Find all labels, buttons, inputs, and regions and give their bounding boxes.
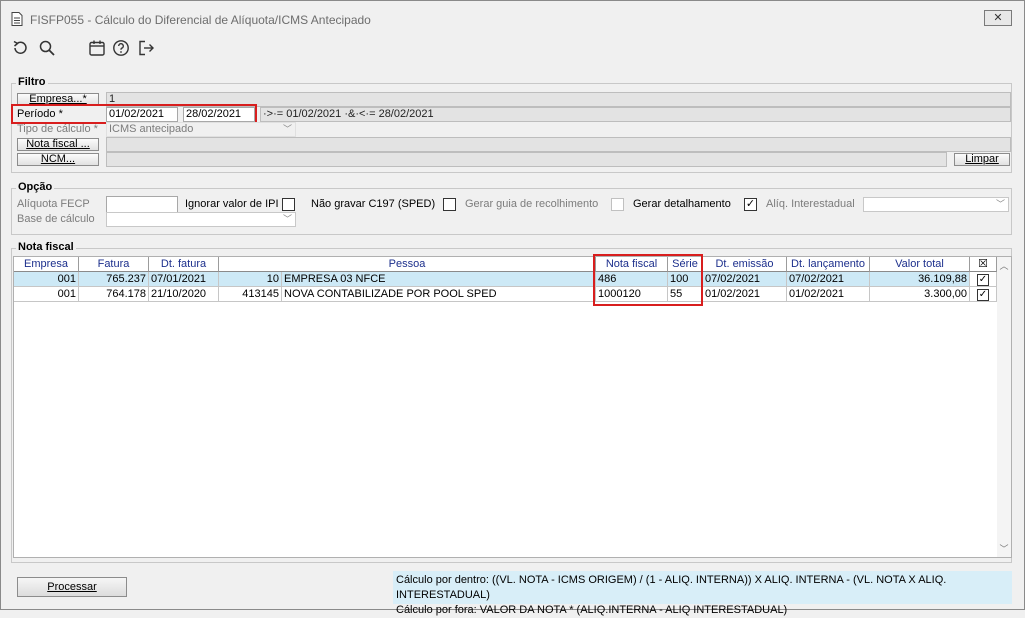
calculo-fora-text: Cálculo por fora: VALOR DA NOTA * (ALIQ.… [396,604,788,616]
document-icon [11,12,23,26]
column-header[interactable]: Nota fiscal [596,257,668,272]
gerar-guia-checkbox[interactable] [611,198,624,211]
cell-pessoa-codigo: 413145 [219,287,282,302]
column-header[interactable]: Valor total [870,257,970,272]
empresa-field[interactable]: 1 [106,92,1011,107]
title-bar: FISFP055 - Cálculo do Diferencial de Alí… [1,1,1024,35]
cell-fatura: 765.237 [79,272,149,287]
cell-dt-fatura: 21/10/2020 [149,287,219,302]
nota-fiscal-legend: Nota fiscal [16,241,76,253]
scroll-down-icon[interactable]: ﹀ [997,542,1011,555]
cell-dt-emissao: 07/02/2021 [703,272,787,287]
processar-button-label: Processar [47,581,97,593]
periodo-label: Período * [17,108,63,120]
ncm-field[interactable] [106,152,947,167]
formula-info-panel: Cálculo por dentro: ((VL. NOTA - ICMS OR… [393,571,1012,616]
periodo-expression: ·>·= 01/02/2021 ·&·<·= 28/02/2021 [260,107,1011,122]
cell-pessoa-nome: EMPRESA 03 NFCE [282,272,596,287]
refresh-icon[interactable] [11,39,29,57]
cell-empresa: 001 [14,287,79,302]
row-checkbox[interactable]: ✓ [977,274,989,286]
column-header[interactable]: Pessoa [219,257,596,272]
gerar-detalhamento-checkbox[interactable]: ✓ [744,198,757,211]
ncm-button[interactable]: NCM... [17,153,99,166]
cell-dt-lancamento: 07/02/2021 [787,272,870,287]
row-checkbox-cell: ✓ [970,287,997,302]
window-title: FISFP055 - Cálculo do Diferencial de Alí… [30,13,371,27]
help-icon[interactable] [112,39,130,57]
cell-valor-total: 3.300,00 [870,287,970,302]
ignorar-ipi-label: Ignorar valor de IPI [185,198,279,210]
table-row[interactable]: 001 764.178 21/10/2020 413145 NOVA CONTA… [14,287,997,302]
periodo-fim-field[interactable]: 28/02/2021 [183,107,255,122]
periodo-inicio-field[interactable]: 01/02/2021 [106,107,178,122]
chevron-down-icon: ﹀ [995,199,1005,209]
aliquota-fecp-label: Alíquota FECP [17,198,90,210]
calendar-icon[interactable] [88,39,106,57]
row-checkbox-cell: ✓ [970,272,997,287]
aliq-interestadual-select[interactable]: ﹀ [863,197,1009,212]
gerar-guia-label: Gerar guia de recolhimento [465,198,599,210]
ignorar-ipi-checkbox[interactable] [282,198,295,211]
aliquota-fecp-field[interactable] [106,196,178,213]
aliq-interestadual-label: Alíq. Interestadual [766,198,855,210]
cell-nota-fiscal: 1000120 [596,287,668,302]
empresa-button-label: Empresa...* [29,93,87,105]
base-calculo-label: Base de cálculo [17,213,95,225]
cell-dt-fatura: 07/01/2021 [149,272,219,287]
row-checkbox[interactable]: ✓ [977,289,989,301]
nota-fiscal-button-label: Nota fiscal ... [26,138,90,150]
close-button[interactable]: ✕ [984,10,1012,26]
cell-nota-fiscal: 486 [596,272,668,287]
column-header[interactable]: Empresa [14,257,79,272]
base-calculo-select[interactable]: ﹀ [106,212,296,227]
chevron-down-icon: ﹀ [282,124,292,134]
cell-dt-emissao: 01/02/2021 [703,287,787,302]
limpar-button[interactable]: Limpar [954,153,1010,166]
opcao-legend: Opção [16,181,55,193]
tipo-calculo-label: Tipo de cálculo * [17,123,98,135]
column-header[interactable]: Fatura [79,257,149,272]
column-header[interactable]: Dt. fatura [149,257,219,272]
nao-gravar-checkbox[interactable] [443,198,456,211]
cell-empresa: 001 [14,272,79,287]
cell-dt-lancamento: 01/02/2021 [787,287,870,302]
processar-button[interactable]: Processar [17,577,127,597]
nao-gravar-label: Não gravar C197 (SPED) [311,198,436,210]
empresa-button[interactable]: Empresa...* [17,93,99,106]
cell-serie: 100 [668,272,703,287]
cell-pessoa-nome: NOVA CONTABILIZADE POR POOL SPED [282,287,596,302]
nota-fiscal-table[interactable]: Empresa Fatura Dt. fatura Pessoa Nota fi… [13,256,1012,558]
cell-valor-total: 36.109,88 [870,272,970,287]
calculo-dentro-text: Cálculo por dentro: ((VL. NOTA - ICMS OR… [396,574,947,601]
tipo-calculo-value: ICMS antecipado [109,123,194,135]
cell-serie: 55 [668,287,703,302]
column-header[interactable]: Dt. lançamento [787,257,870,272]
vertical-scrollbar[interactable]: ︿ ﹀ [997,257,1011,557]
select-all-checkbox[interactable]: ☒ [970,257,997,272]
limpar-button-label: Limpar [965,153,999,165]
cell-fatura: 764.178 [79,287,149,302]
chevron-down-icon: ﹀ [282,214,292,224]
tipo-calculo-select[interactable]: ICMS antecipado ﹀ [106,122,296,137]
cell-pessoa-codigo: 10 [219,272,282,287]
table-row[interactable]: 001 765.237 07/01/2021 10 EMPRESA 03 NFC… [14,272,997,287]
column-header[interactable]: Dt. emissão [703,257,787,272]
nota-fiscal-button[interactable]: Nota fiscal ... [17,138,99,151]
filtro-legend: Filtro [16,76,48,88]
gerar-detalhamento-label: Gerar detalhamento [633,198,731,210]
scroll-up-icon[interactable]: ︿ [997,259,1011,272]
search-icon[interactable] [38,39,56,57]
application-window: FISFP055 - Cálculo do Diferencial de Alí… [0,0,1025,616]
nota-fiscal-filter-field[interactable] [106,137,1011,152]
column-header[interactable]: Série [668,257,703,272]
ncm-button-label: NCM... [40,153,76,165]
exit-icon[interactable] [137,39,155,57]
